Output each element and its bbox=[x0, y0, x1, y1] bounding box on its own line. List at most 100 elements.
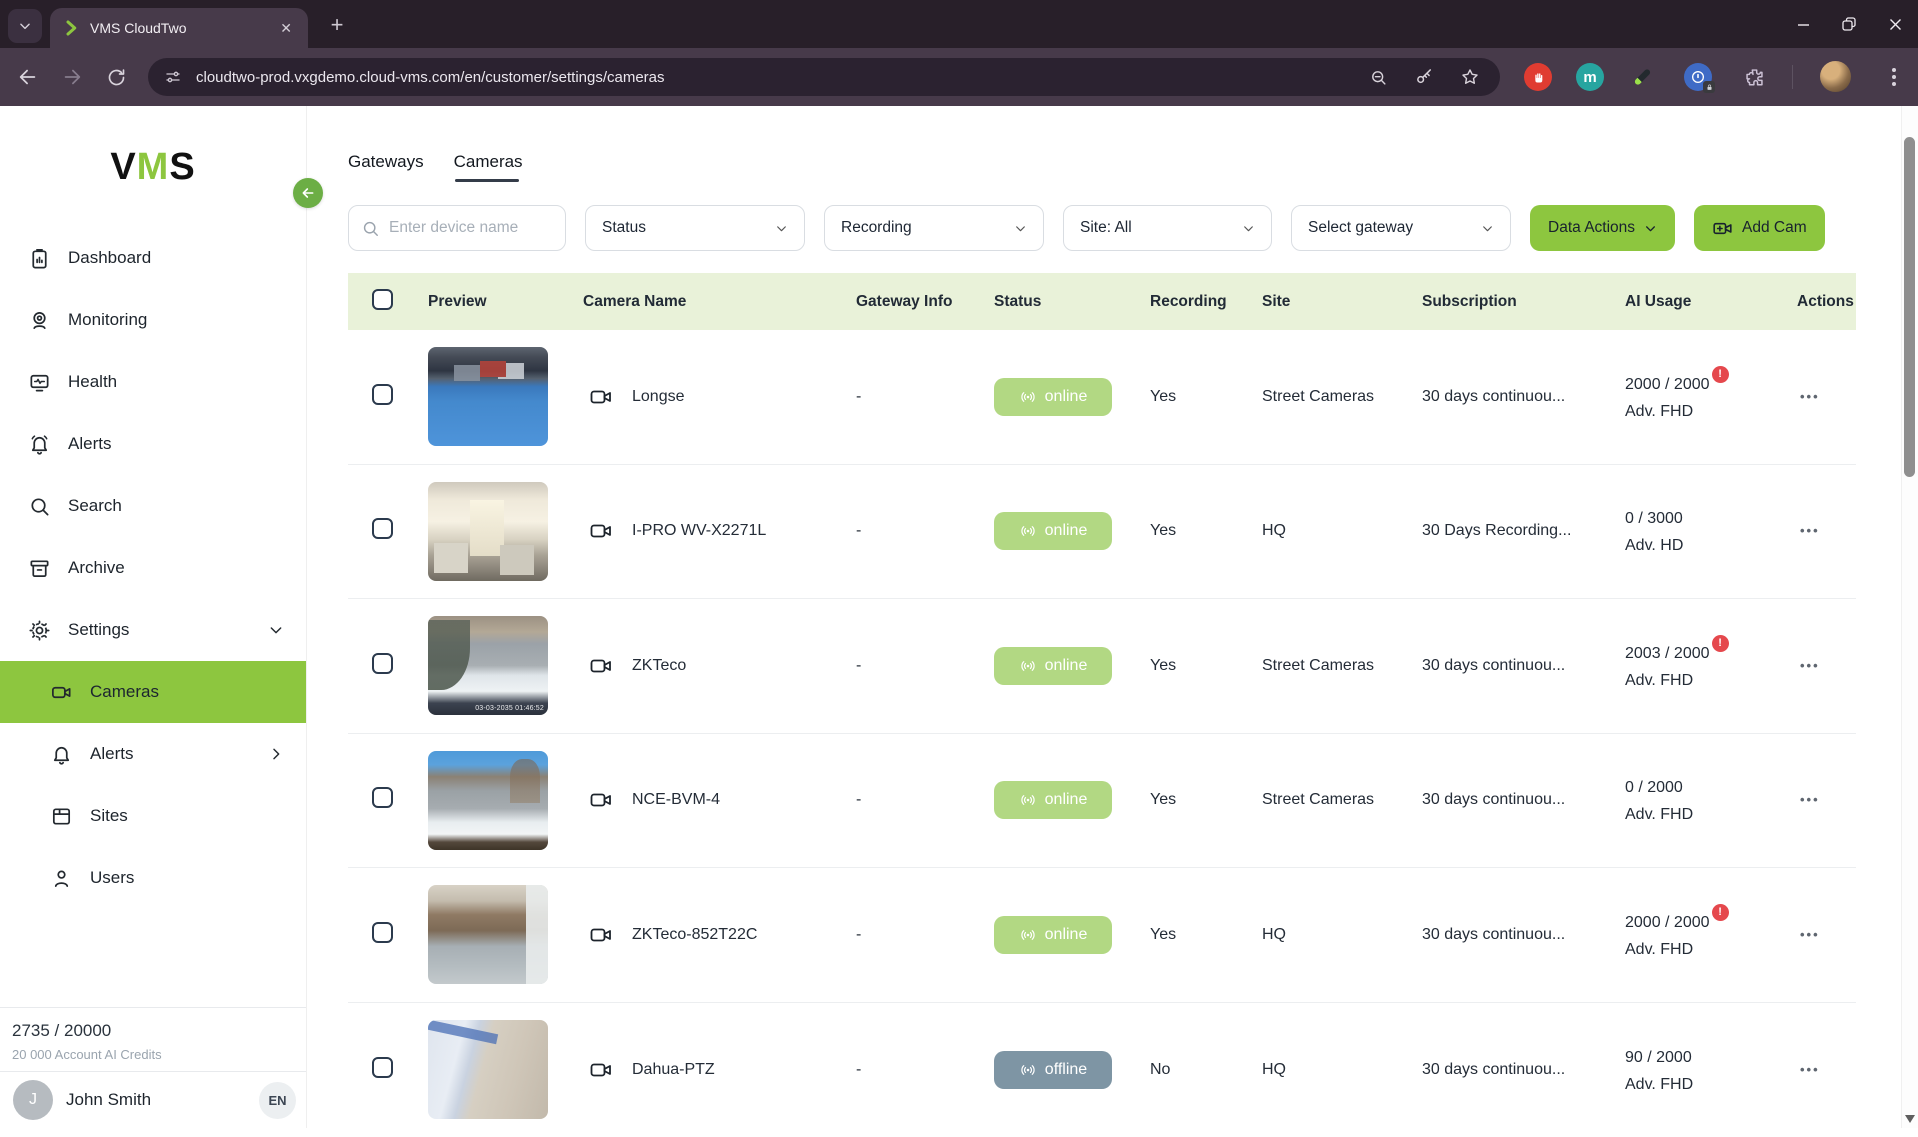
browser-menu-icon[interactable] bbox=[1886, 64, 1902, 90]
bookmark-star-icon[interactable] bbox=[1460, 67, 1480, 87]
tab-search-button[interactable] bbox=[8, 9, 42, 43]
ai-alert-badge: ! bbox=[1712, 366, 1729, 383]
chevron-down-icon bbox=[1242, 222, 1255, 235]
adblock-extension-icon[interactable] bbox=[1524, 63, 1552, 91]
table-row[interactable]: I-PRO WV-X2271L - online Yes HQ 30 Days … bbox=[348, 465, 1856, 600]
site-settings-icon[interactable] bbox=[164, 68, 182, 86]
row-actions-menu[interactable]: ••• bbox=[1779, 927, 1820, 942]
status-label: online bbox=[1045, 522, 1088, 540]
ai-plan-value: Adv. FHD bbox=[1625, 672, 1779, 690]
scrollbar-thumb[interactable] bbox=[1904, 137, 1915, 477]
row-checkbox[interactable] bbox=[372, 1057, 393, 1078]
vms-logo: VMS bbox=[0, 146, 306, 189]
preview-thumb[interactable] bbox=[428, 347, 548, 446]
signal-icon bbox=[1019, 522, 1037, 540]
recording-value: Yes bbox=[1150, 522, 1262, 540]
address-bar[interactable]: cloudtwo-prod.vxgdemo.cloud-vms.com/en/c… bbox=[148, 58, 1500, 96]
camera-icon bbox=[589, 654, 613, 678]
browser-window: VMS CloudTwo ✕ + cloudtwo-prod.vxgdemo.c… bbox=[0, 0, 1918, 106]
chevron-down-icon bbox=[1014, 222, 1027, 235]
add-cam-button[interactable]: Add Cam bbox=[1694, 205, 1825, 251]
row-actions-menu[interactable]: ••• bbox=[1779, 523, 1820, 538]
language-selector[interactable]: EN bbox=[259, 1082, 296, 1119]
sidebar-item-label: Alerts bbox=[68, 434, 111, 454]
row-checkbox[interactable] bbox=[372, 922, 393, 943]
scrollbar-down-arrow[interactable] bbox=[1905, 1115, 1915, 1123]
tab-gateways[interactable]: Gateways bbox=[348, 152, 424, 182]
site-filter[interactable]: Site: All bbox=[1063, 205, 1272, 251]
row-checkbox[interactable] bbox=[372, 384, 393, 405]
page-scrollbar[interactable] bbox=[1901, 106, 1918, 1128]
sidebar-item-monitoring[interactable]: Monitoring bbox=[0, 289, 306, 351]
sidebar-item-settings[interactable]: Settings bbox=[0, 599, 306, 661]
table-row[interactable]: Longse - online Yes Street Cameras 30 da… bbox=[348, 330, 1856, 465]
monitoring-icon bbox=[28, 309, 51, 332]
main-content: Gateways Cameras Status Recording Site: … bbox=[308, 106, 1901, 1128]
m-extension-icon[interactable]: m bbox=[1576, 63, 1604, 91]
camera-name: ZKTeco-852T22C bbox=[632, 926, 757, 944]
sidebar-item-health[interactable]: Health bbox=[0, 351, 306, 413]
sidebar-item-label: Search bbox=[68, 496, 122, 516]
chevron-down-icon bbox=[1481, 222, 1494, 235]
close-window-button[interactable] bbox=[1872, 0, 1918, 48]
new-tab-button[interactable]: + bbox=[322, 10, 352, 40]
preview-thumb[interactable] bbox=[428, 1020, 548, 1119]
sidebar-item-alerts-settings[interactable]: Alerts bbox=[0, 723, 306, 785]
preview-thumb[interactable] bbox=[428, 885, 548, 984]
sidebar-item-archive[interactable]: Archive bbox=[0, 537, 306, 599]
preview-thumb[interactable]: 03-03-2035 01:46:52 bbox=[428, 616, 548, 715]
url-text[interactable]: cloudtwo-prod.vxgdemo.cloud-vms.com/en/c… bbox=[196, 69, 1369, 86]
signal-icon bbox=[1019, 388, 1037, 406]
preview-thumb[interactable] bbox=[428, 482, 548, 581]
restore-button[interactable] bbox=[1826, 0, 1872, 48]
row-actions-menu[interactable]: ••• bbox=[1779, 792, 1820, 807]
site-value: HQ bbox=[1262, 926, 1422, 944]
gateway-info-value: - bbox=[856, 522, 994, 540]
table-row[interactable]: Dahua-PTZ - offline No HQ 30 days contin… bbox=[348, 1003, 1856, 1137]
table-row[interactable]: NCE-BVM-4 - online Yes Street Cameras 30… bbox=[348, 734, 1856, 869]
sidebar-item-dashboard[interactable]: Dashboard bbox=[0, 227, 306, 289]
device-search[interactable] bbox=[348, 205, 566, 251]
eyedropper-extension-icon[interactable] bbox=[1628, 63, 1656, 91]
extensions-puzzle-icon[interactable] bbox=[1740, 63, 1768, 91]
preview-thumb[interactable] bbox=[428, 751, 548, 850]
password-manager-extension-icon[interactable] bbox=[1684, 63, 1712, 91]
forward-button[interactable] bbox=[56, 61, 88, 93]
sidebar-item-alerts[interactable]: Alerts bbox=[0, 413, 306, 475]
minimize-button[interactable] bbox=[1780, 0, 1826, 48]
subscription-value: 30 days continuou... bbox=[1422, 791, 1625, 809]
sidebar-nav: Dashboard Monitoring Health Alerts Searc… bbox=[0, 227, 306, 909]
user-profile[interactable]: J John Smith EN bbox=[0, 1071, 306, 1128]
camera-name: NCE-BVM-4 bbox=[632, 791, 720, 809]
sidebar-item-search[interactable]: Search bbox=[0, 475, 306, 537]
row-checkbox[interactable] bbox=[372, 518, 393, 539]
sidebar-item-sites[interactable]: Sites bbox=[0, 785, 306, 847]
sidebar-item-users[interactable]: Users bbox=[0, 847, 306, 909]
sidebar-collapse-button[interactable] bbox=[293, 178, 323, 208]
reload-button[interactable] bbox=[100, 61, 132, 93]
select-all-checkbox[interactable] bbox=[372, 289, 393, 310]
tab-cameras[interactable]: Cameras bbox=[454, 152, 523, 182]
tab-close-icon[interactable]: ✕ bbox=[276, 18, 296, 39]
password-key-icon[interactable] bbox=[1414, 67, 1434, 87]
back-button[interactable] bbox=[12, 61, 44, 93]
table-row[interactable]: 03-03-2035 01:46:52 ZKTeco - online Yes … bbox=[348, 599, 1856, 734]
browser-tab[interactable]: VMS CloudTwo ✕ bbox=[50, 8, 308, 48]
row-actions-menu[interactable]: ••• bbox=[1779, 658, 1820, 673]
gateway-filter[interactable]: Select gateway bbox=[1291, 205, 1511, 251]
search-input[interactable] bbox=[389, 219, 553, 237]
row-checkbox[interactable] bbox=[372, 653, 393, 674]
recording-filter[interactable]: Recording bbox=[824, 205, 1044, 251]
status-badge: online bbox=[994, 916, 1112, 954]
row-actions-menu[interactable]: ••• bbox=[1779, 1062, 1820, 1077]
signal-icon bbox=[1019, 1061, 1037, 1079]
browser-profile-avatar[interactable] bbox=[1820, 61, 1851, 92]
row-actions-menu[interactable]: ••• bbox=[1779, 389, 1820, 404]
gateway-info-value: - bbox=[856, 657, 994, 675]
table-row[interactable]: ZKTeco-852T22C - online Yes HQ 30 days c… bbox=[348, 868, 1856, 1003]
status-filter[interactable]: Status bbox=[585, 205, 805, 251]
data-actions-button[interactable]: Data Actions bbox=[1530, 205, 1675, 251]
sidebar-item-cameras[interactable]: Cameras bbox=[0, 661, 306, 723]
zoom-out-icon[interactable] bbox=[1369, 68, 1388, 87]
row-checkbox[interactable] bbox=[372, 787, 393, 808]
